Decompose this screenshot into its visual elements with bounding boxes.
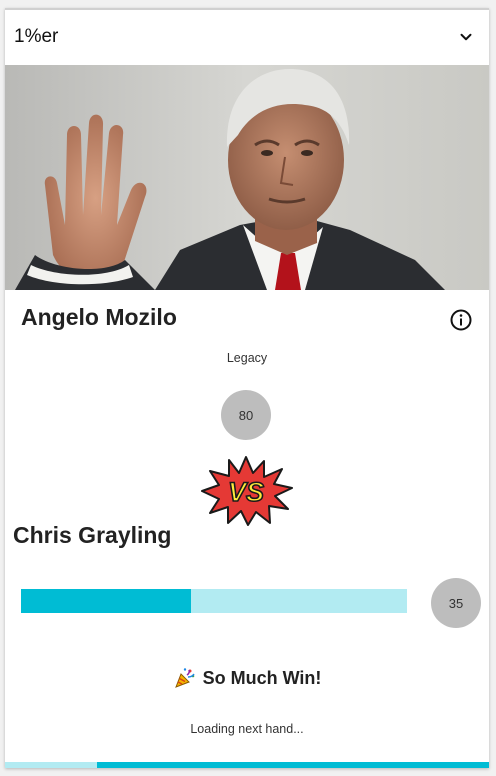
- party-popper-icon: [174, 668, 195, 688]
- card-score-badge: 80: [221, 390, 271, 440]
- opponent-name: Chris Grayling: [13, 522, 172, 548]
- loading-progress-fill: [96, 762, 489, 768]
- card-name: Angelo Mozilo: [21, 304, 177, 330]
- opponent-score-bar-fill: [21, 589, 191, 613]
- info-icon[interactable]: [449, 308, 473, 332]
- status-text: Loading next hand...: [190, 722, 304, 736]
- opponent-score-bar: [21, 589, 407, 613]
- vs-text: VS: [228, 477, 264, 507]
- card-category: Legacy: [226, 351, 268, 365]
- opponent-score-badge: 35: [431, 578, 481, 628]
- result-text: So Much Win!: [202, 667, 322, 688]
- chevron-down-icon[interactable]: [457, 28, 475, 46]
- game-card-frame: 1%er Angelo Mozilo Legacy 80 VS Chris Gr…: [5, 8, 489, 768]
- loading-progress-bar: [5, 762, 489, 768]
- card-photo: [5, 65, 489, 290]
- header-title: 1%er: [14, 26, 59, 47]
- result-banner: So Much Win!: [5, 666, 489, 690]
- vs-burst-icon: VS: [201, 456, 293, 526]
- header-bar[interactable]: 1%er: [5, 8, 489, 64]
